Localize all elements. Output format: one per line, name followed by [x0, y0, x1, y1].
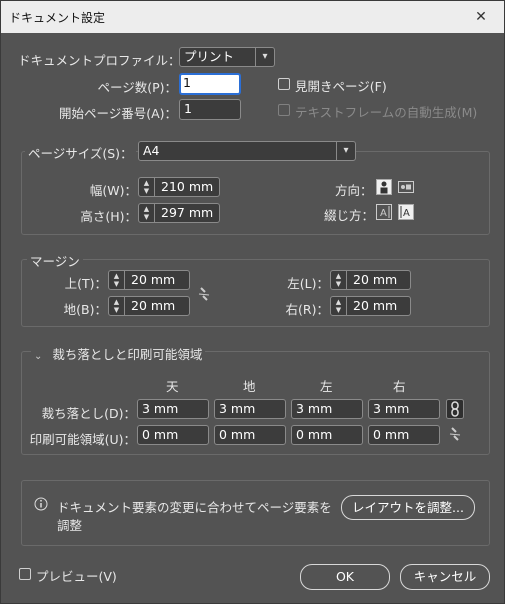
ok-button[interactable]: OK — [300, 564, 390, 590]
height-value: 297 mm — [161, 205, 214, 220]
stepper-arrows-icon[interactable]: ▲ ▼ — [331, 271, 347, 289]
margin-left-value: 20 mm — [353, 272, 398, 287]
height-stepper[interactable]: ▲ ▼ 297 mm — [138, 203, 220, 223]
chevron-down-icon: ⌄ — [34, 351, 43, 362]
pages-label: ページ数(P)： — [97, 80, 177, 95]
adjust-layout-button[interactable]: レイアウトを調整... — [341, 495, 475, 520]
margin-top-value: 20 mm — [131, 272, 176, 287]
height-label: 高さ(H)： — [80, 209, 137, 224]
margin-top-stepper[interactable]: ▲ ▼ 20 mm — [108, 270, 190, 290]
col-left-header: 左 — [320, 379, 333, 394]
svg-text:A: A — [403, 208, 410, 219]
landscape-orientation-icon[interactable] — [398, 179, 414, 195]
bleed-slug-header[interactable]: ⌄ 裁ち落としと印刷可能領域 — [31, 344, 206, 363]
slug-left-input[interactable]: 0 mm — [291, 425, 363, 445]
col-right-header: 右 — [393, 379, 406, 394]
profile-value: プリント — [184, 49, 235, 64]
bleed-label: 裁ち落とし(D)： — [41, 406, 136, 421]
bleed-left-input[interactable]: 3 mm — [291, 399, 363, 419]
chain-linked-icon[interactable] — [446, 399, 464, 419]
stepper-arrows-icon[interactable]: ▲ ▼ — [109, 271, 125, 289]
title-bar: ドキュメント設定 ✕ — [1, 1, 504, 33]
chevron-down-icon: ▾ — [255, 48, 274, 66]
bleed-top-input[interactable]: 3 mm — [137, 399, 209, 419]
close-icon[interactable]: ✕ — [458, 1, 504, 33]
bleed-slug-title: 裁ち落としと印刷可能領域 — [52, 347, 203, 362]
width-value: 210 mm — [161, 179, 214, 194]
page-size-select[interactable]: A4 ▾ — [138, 141, 356, 161]
left-binding-icon[interactable]: A — [376, 204, 392, 220]
margin-right-value: 20 mm — [353, 298, 398, 313]
margin-left-label: 左(L)： — [287, 276, 329, 291]
chain-unlinked-icon[interactable] — [197, 286, 211, 302]
right-binding-icon[interactable]: A — [398, 204, 414, 220]
binding-label: 綴じ方： — [324, 208, 375, 223]
width-label: 幅(W)： — [89, 183, 137, 198]
margin-top-label: 上(T)： — [64, 276, 107, 291]
cancel-button[interactable]: キャンセル — [400, 564, 490, 590]
stepper-arrows-icon[interactable]: ▲ ▼ — [139, 204, 155, 222]
slug-right-input[interactable]: 0 mm — [368, 425, 440, 445]
preview-label: プレビュー(V) — [36, 569, 117, 584]
start-page-input[interactable]: 1 — [179, 99, 241, 120]
start-page-label: 開始ページ番号(A)： — [58, 106, 177, 121]
slug-label: 印刷可能領域(U)： — [29, 432, 136, 447]
margin-bottom-value: 20 mm — [131, 298, 176, 313]
slug-top-input[interactable]: 0 mm — [137, 425, 209, 445]
margin-bottom-stepper[interactable]: ▲ ▼ 20 mm — [108, 296, 190, 316]
bleed-bottom-input[interactable]: 3 mm — [214, 399, 286, 419]
auto-text-frame-checkbox[interactable] — [278, 104, 290, 116]
margin-bottom-label: 地(B)： — [63, 302, 107, 317]
margin-right-stepper[interactable]: ▲ ▼ 20 mm — [330, 296, 411, 316]
svg-text:A: A — [380, 208, 387, 219]
page-size-label: ページサイズ(S)： — [25, 143, 136, 162]
col-top-header: 天 — [166, 379, 179, 394]
facing-pages-checkbox[interactable] — [278, 78, 290, 90]
info-text-line1: ドキュメント要素の変更に合わせてページ要素を — [57, 500, 332, 515]
facing-pages-label: 見開きページ(F) — [295, 79, 387, 94]
width-stepper[interactable]: ▲ ▼ 210 mm — [138, 177, 220, 197]
document-setup-dialog: ドキュメント設定 ✕ ドキュメントプロファイル： プリント ▾ ページ数(P)：… — [0, 0, 505, 604]
margin-left-stepper[interactable]: ▲ ▼ 20 mm — [330, 270, 411, 290]
page-size-value: A4 — [143, 143, 160, 158]
stepper-arrows-icon[interactable]: ▲ ▼ — [331, 297, 347, 315]
preview-checkbox[interactable] — [19, 568, 31, 580]
info-text-line2: 調整 — [57, 518, 83, 533]
slug-bottom-input[interactable]: 0 mm — [214, 425, 286, 445]
orientation-label: 方向： — [335, 183, 373, 198]
stepper-arrows-icon[interactable]: ▲ ▼ — [109, 297, 125, 315]
profile-label: ドキュメントプロファイル： — [18, 53, 181, 68]
margins-title: マージン — [27, 251, 83, 270]
profile-select[interactable]: プリント ▾ — [179, 47, 275, 67]
bleed-right-input[interactable]: 3 mm — [368, 399, 440, 419]
stepper-arrows-icon[interactable]: ▲ ▼ — [139, 178, 155, 196]
info-icon — [34, 497, 48, 511]
chain-unlinked-icon[interactable] — [448, 426, 462, 442]
pages-input[interactable]: 1 — [179, 73, 241, 95]
chevron-down-icon: ▾ — [336, 142, 355, 160]
margin-right-label: 右(R)： — [285, 302, 329, 317]
portrait-orientation-icon[interactable] — [376, 179, 392, 195]
auto-text-frame-label: テキストフレームの自動生成(M) — [295, 105, 478, 120]
col-bottom-header: 地 — [243, 379, 256, 394]
window-title: ドキュメント設定 — [9, 11, 106, 25]
